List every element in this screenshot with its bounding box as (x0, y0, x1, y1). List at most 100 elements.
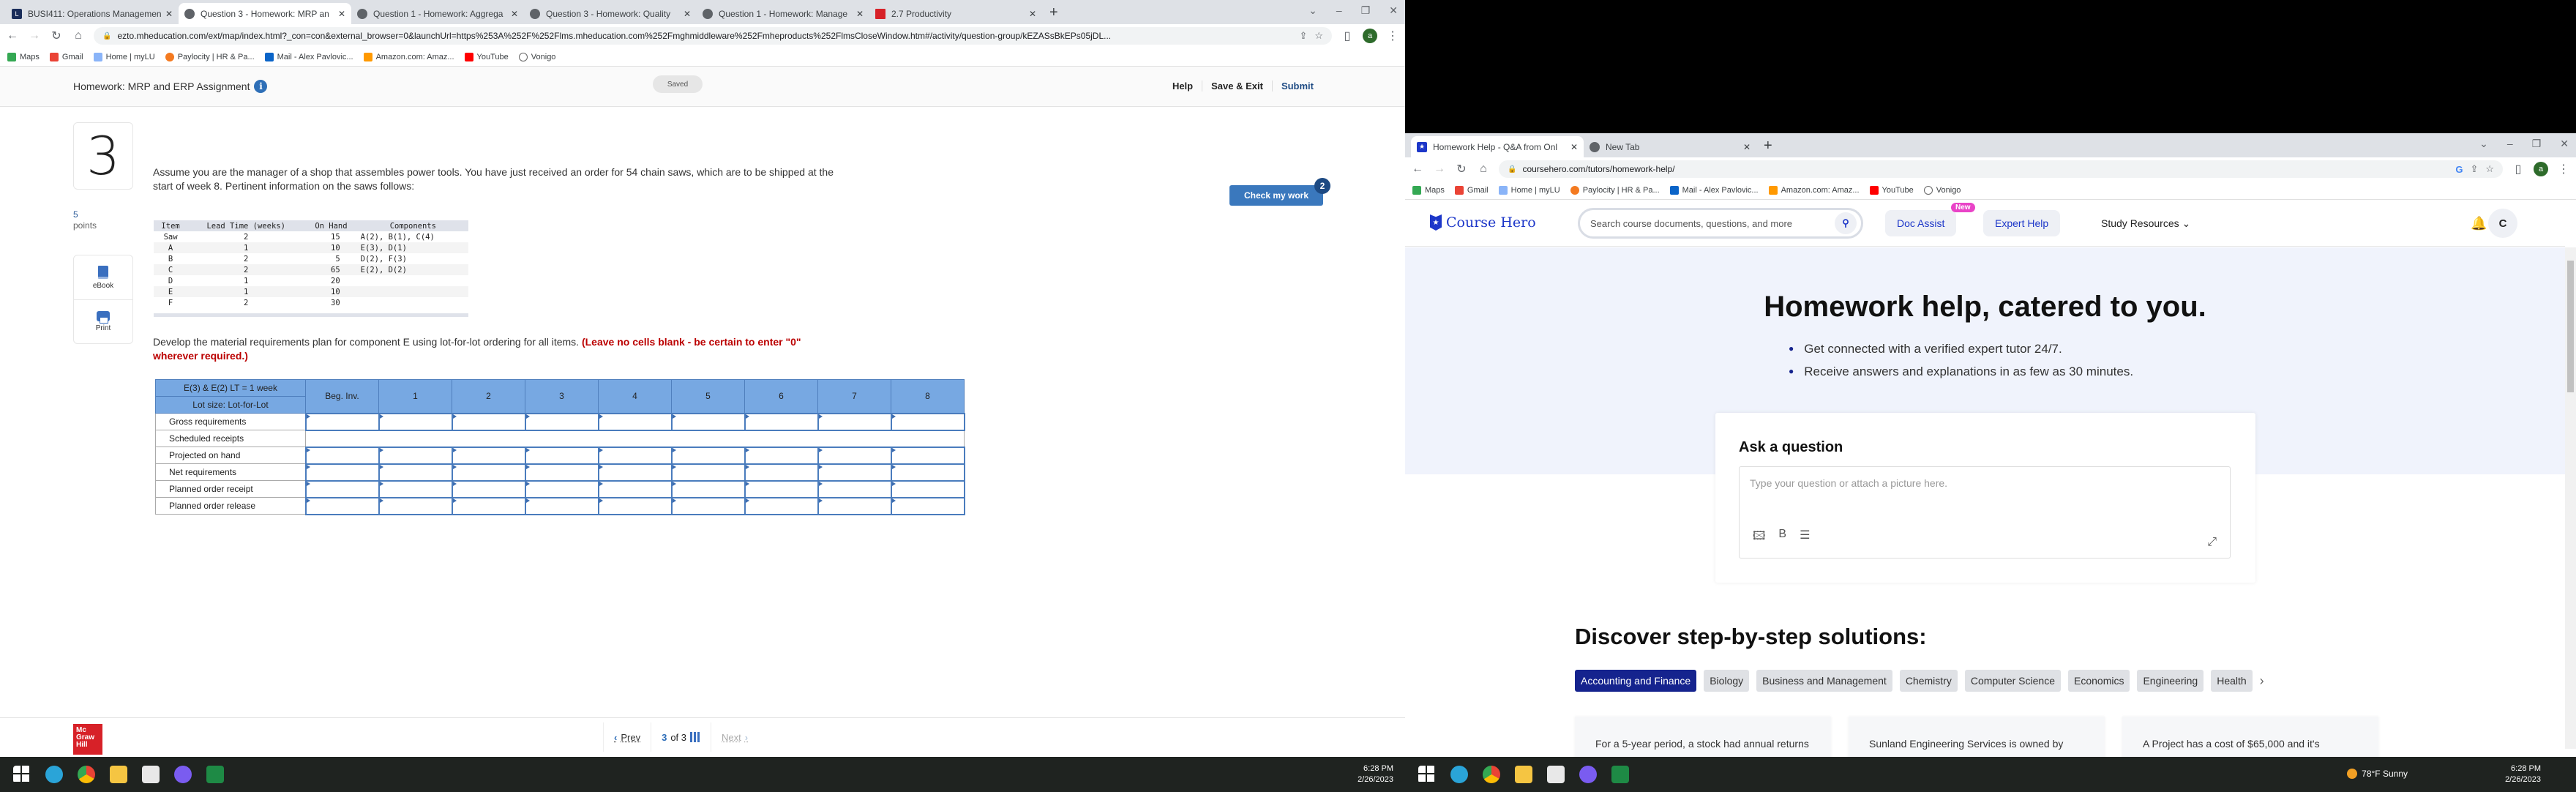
search-input[interactable]: Search course documents, questions, and … (1578, 208, 1863, 239)
mrp-input-cell[interactable] (744, 412, 819, 431)
mrp-input-cell[interactable] (744, 479, 819, 498)
minimize-button[interactable]: – (1336, 4, 1342, 17)
check-my-work-button[interactable]: Check my work (1229, 185, 1323, 206)
mrp-input-cell[interactable] (890, 496, 965, 515)
mrp-input-cell[interactable] (890, 412, 965, 431)
info-icon[interactable]: i (254, 80, 268, 93)
tab-busi411[interactable]: L BUSI411: Operations Managemen ✕ (6, 3, 179, 24)
close-tab-icon[interactable]: ✕ (1029, 9, 1036, 19)
mrp-input-cell[interactable] (304, 446, 380, 465)
menu-icon[interactable]: ⋮ (1386, 29, 1399, 43)
store-icon[interactable] (1547, 766, 1565, 783)
table-scrollbar[interactable] (154, 313, 468, 317)
mrp-input-cell[interactable] (817, 446, 892, 465)
mrp-input-cell[interactable] (451, 479, 526, 498)
chrome-icon[interactable] (78, 766, 95, 783)
bookmark-outlook[interactable]: Mail - Alex Pavlovic... (264, 52, 353, 61)
study-resources-menu[interactable]: Study Resources ⌄ (2101, 217, 2190, 230)
page-scrollbar[interactable] (2565, 247, 2576, 749)
expand-icon[interactable]: ⤢ (2207, 536, 2217, 549)
clock[interactable]: 6:28 PM 2/26/2023 (1358, 763, 1393, 785)
save-exit-link[interactable]: Save & Exit (1202, 81, 1272, 91)
tab-search-icon[interactable]: ⌄ (1308, 4, 1317, 17)
copilot-icon[interactable] (174, 766, 192, 783)
mrp-input-cell[interactable] (670, 496, 746, 515)
mrp-input-cell[interactable] (597, 412, 673, 431)
mrp-input-cell[interactable] (817, 479, 892, 498)
mrp-input-cell[interactable] (744, 446, 819, 465)
reload-icon[interactable]: ↻ (50, 29, 63, 43)
mrp-input-cell[interactable] (378, 446, 453, 465)
mrp-input-cell[interactable] (451, 496, 526, 515)
project-icon[interactable] (206, 766, 224, 783)
bookmark-mylu[interactable]: Home | myLU (93, 52, 155, 61)
category-tab[interactable]: Health (2211, 670, 2253, 692)
home-icon[interactable]: ⌂ (72, 29, 85, 42)
question-textarea[interactable]: Type your question or attach a picture h… (1739, 466, 2231, 558)
mrp-input-cell[interactable] (890, 479, 965, 498)
mrp-input-cell[interactable] (304, 412, 380, 431)
bold-icon[interactable]: B (1778, 528, 1786, 548)
mrp-input-cell[interactable] (451, 412, 526, 431)
file-explorer-icon[interactable] (110, 766, 127, 783)
mrp-input-cell[interactable] (597, 479, 673, 498)
mrp-input-cell[interactable] (304, 496, 380, 515)
category-tab[interactable]: Accounting and Finance (1575, 670, 1697, 692)
share-icon[interactable]: ⇪ (1299, 30, 1307, 42)
mrp-input-cell[interactable] (378, 463, 453, 482)
bookmark-maps[interactable]: Maps (7, 52, 40, 61)
close-tab-icon[interactable]: ✕ (856, 9, 864, 19)
list-icon[interactable]: ☰ (1800, 528, 1810, 548)
category-tab[interactable]: Engineering (2137, 670, 2204, 692)
windows-start-icon[interactable] (13, 766, 31, 783)
ebook-button[interactable]: eBook (74, 255, 132, 299)
new-tab-button[interactable]: + (1042, 3, 1066, 24)
solution-card[interactable]: A Project has a cost of $65,000 and it's… (2122, 717, 2378, 757)
mrp-input-cell[interactable] (744, 463, 819, 482)
url-field[interactable]: 🔒 ezto.mheducation.com/ext/map/index.htm… (94, 27, 1332, 45)
bookmark-youtube[interactable]: YouTube (464, 52, 509, 61)
prev-button[interactable]: ‹ Prev (603, 722, 651, 752)
tab-productivity[interactable]: 2.7 Productivity ✕ (869, 3, 1042, 24)
chrome-icon[interactable] (1483, 766, 1500, 783)
edge-icon[interactable] (1450, 766, 1468, 783)
bookmark-amazon[interactable]: Amazon.com: Amaz... (363, 52, 454, 61)
mrp-input-cell[interactable] (670, 412, 746, 431)
store-icon[interactable] (142, 766, 160, 783)
close-tab-icon[interactable]: ✕ (338, 9, 345, 19)
chevron-right-icon[interactable]: › (2260, 673, 2264, 689)
close-tab-icon[interactable]: ✕ (684, 9, 691, 19)
category-tab[interactable]: Economics (2068, 670, 2130, 692)
grid-icon[interactable] (690, 732, 700, 742)
user-avatar[interactable]: C (2488, 209, 2517, 238)
mrp-input-cell[interactable] (744, 496, 819, 515)
file-explorer-icon[interactable] (1515, 766, 1532, 783)
close-tab-icon[interactable]: ✕ (511, 9, 518, 19)
mrp-input-cell[interactable] (670, 479, 746, 498)
copilot-icon[interactable] (1579, 766, 1597, 783)
mrp-input-cell[interactable] (817, 496, 892, 515)
mrp-input-cell[interactable] (524, 479, 599, 498)
bell-icon[interactable]: 🔔 (2471, 216, 2487, 231)
coursehero-logo[interactable]: ★ Course Hero (1430, 214, 1536, 231)
mrp-input-cell[interactable] (304, 463, 380, 482)
side-panel-icon[interactable]: ▯ (1341, 29, 1354, 43)
close-tab-icon[interactable]: ✕ (165, 9, 173, 19)
back-icon[interactable]: ← (6, 29, 19, 42)
close-window-button[interactable]: ✕ (1389, 4, 1398, 17)
clock[interactable]: 6:28 PM 2/26/2023 (2505, 763, 2541, 785)
tab-question1-aggregate[interactable]: Question 1 - Homework: Aggrega ✕ (351, 3, 524, 24)
mrp-input-cell[interactable] (890, 446, 965, 465)
forward-icon[interactable]: → (28, 29, 41, 42)
mrp-input-cell[interactable] (378, 479, 453, 498)
mrp-input-cell[interactable] (597, 446, 673, 465)
tab-question3-quality[interactable]: Question 3 - Homework: Quality ✕ (524, 3, 697, 24)
mrp-input-cell[interactable] (451, 463, 526, 482)
mrp-input-cell[interactable] (524, 463, 599, 482)
profile-avatar[interactable]: a (1363, 29, 1377, 43)
mrp-input-cell[interactable] (670, 446, 746, 465)
bookmark-gmail[interactable]: Gmail (49, 52, 83, 61)
mrp-input-cell[interactable] (451, 446, 526, 465)
mrp-input-cell[interactable] (304, 479, 380, 498)
category-tab[interactable]: Chemistry (1899, 670, 1958, 692)
